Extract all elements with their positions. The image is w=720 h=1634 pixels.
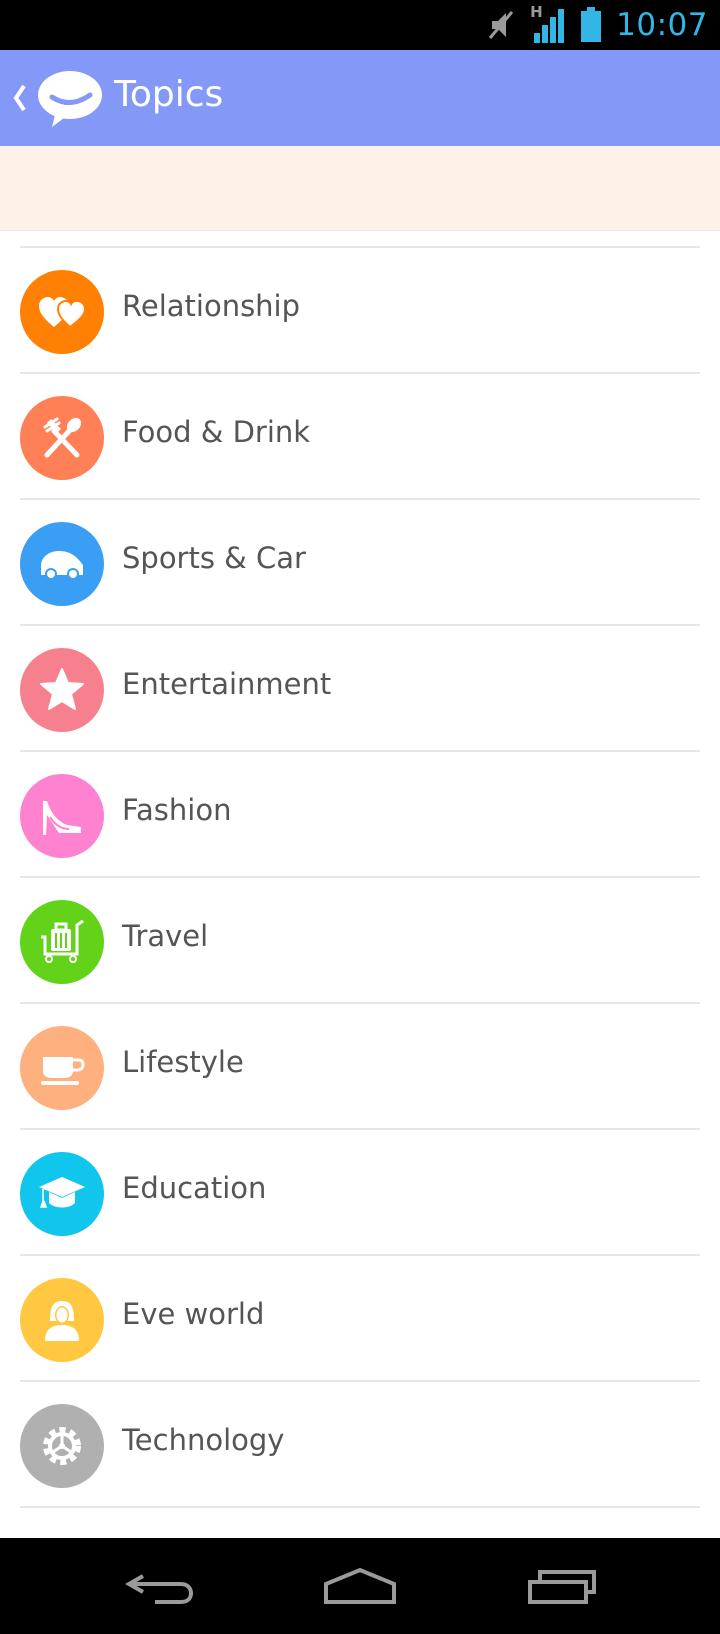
topic-icon-circle: [20, 900, 104, 984]
high-heel-icon: [43, 801, 81, 835]
topic-label: Entertainment: [122, 667, 332, 701]
gear-icon: [43, 1427, 81, 1465]
nav-recent-apps-button[interactable]: [517, 1560, 607, 1612]
star-icon: [40, 668, 84, 710]
topic-icon-circle: [20, 1278, 104, 1362]
topic-item-entertainment[interactable]: Entertainment: [0, 626, 720, 752]
car-icon: [41, 551, 83, 580]
banner-area: [0, 146, 720, 231]
topic-label: Sports & Car: [122, 541, 306, 575]
coffee-cup-icon: [41, 1057, 85, 1085]
status-time: 10:07: [616, 7, 708, 43]
recent-apps-icon: [528, 1570, 596, 1604]
back-chevron-icon[interactable]: [10, 80, 30, 116]
home-icon: [324, 1567, 396, 1604]
navigation-bar: [0, 1538, 720, 1634]
nav-home-button[interactable]: [315, 1560, 405, 1612]
topic-item-sports-car[interactable]: Sports & Car: [0, 500, 720, 626]
woman-icon: [45, 1301, 79, 1341]
topic-icon-circle: [20, 774, 104, 858]
topic-item-education[interactable]: Education: [0, 1130, 720, 1256]
topic-icon-circle: [20, 396, 104, 480]
topic-label: Fashion: [122, 793, 232, 827]
topic-icon-circle: [20, 648, 104, 732]
battery-icon: [581, 7, 602, 42]
topic-icon-circle: [20, 1026, 104, 1110]
status-bar: H 10:07: [0, 0, 720, 50]
topic-item-technology[interactable]: Technology: [0, 1382, 720, 1508]
back-icon: [125, 1574, 194, 1604]
topic-label: Eve world: [122, 1297, 265, 1331]
speech-bubble-logo-icon[interactable]: [34, 67, 104, 131]
topic-item-food-drink[interactable]: Food & Drink: [0, 374, 720, 500]
topic-icon-circle: [20, 270, 104, 354]
topic-icon-circle: [20, 1404, 104, 1488]
topic-icon-circle: [20, 522, 104, 606]
mute-icon: [489, 11, 514, 39]
hearts-icon: [39, 297, 87, 329]
topic-item-fashion[interactable]: Fashion: [0, 752, 720, 878]
nav-back-button[interactable]: [115, 1560, 205, 1612]
signal-icon: H: [530, 3, 566, 45]
app-bar: Topics: [0, 50, 720, 146]
topic-label: Lifestyle: [122, 1045, 244, 1079]
fork-spoon-icon: [43, 417, 82, 458]
topic-label: Relationship: [122, 289, 301, 323]
page-title: Topics: [114, 74, 224, 115]
divider: [20, 1506, 700, 1508]
topic-label: Technology: [122, 1423, 285, 1457]
topic-item-lifestyle[interactable]: Lifestyle: [0, 1004, 720, 1130]
topic-icon-circle: [20, 1152, 104, 1236]
topic-label: Travel: [122, 919, 209, 953]
topic-label: Education: [122, 1171, 267, 1205]
topic-item-relationship[interactable]: Relationship: [0, 248, 720, 374]
topic-item-travel[interactable]: Travel: [0, 878, 720, 1004]
graduation-cap-icon: [39, 1177, 85, 1208]
topic-item-eve-world[interactable]: Eve world: [0, 1256, 720, 1382]
topic-label: Food & Drink: [122, 415, 311, 449]
luggage-cart-icon: [41, 919, 84, 963]
